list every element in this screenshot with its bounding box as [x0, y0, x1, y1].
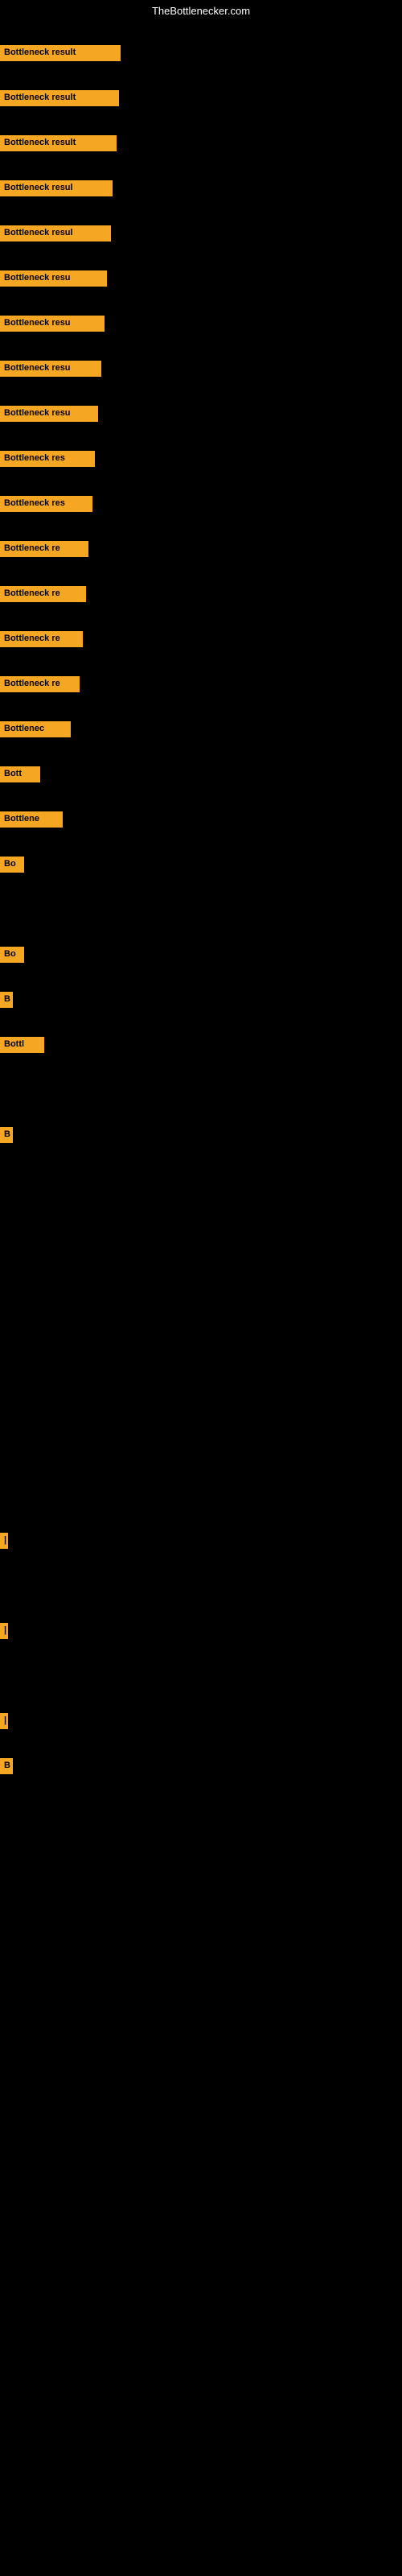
bottleneck-result-badge: |: [0, 1533, 8, 1549]
bottleneck-result-badge: Bo: [0, 947, 24, 963]
site-title: TheBottlenecker.com: [152, 5, 250, 17]
bottleneck-result-badge: B: [0, 992, 13, 1008]
bottleneck-result-badge: Bottl: [0, 1037, 44, 1053]
bottleneck-result-badge: Bottlene: [0, 811, 63, 828]
bottleneck-result-badge: Bottleneck res: [0, 496, 92, 512]
bottleneck-result-badge: Bottleneck resu: [0, 406, 98, 422]
bottleneck-result-badge: Bottleneck re: [0, 586, 86, 602]
bottleneck-result-badge: Bottleneck result: [0, 90, 119, 106]
bottleneck-result-badge: Bottleneck res: [0, 451, 95, 467]
bottleneck-result-badge: B: [0, 1758, 13, 1774]
bottleneck-result-badge: Bottleneck re: [0, 676, 80, 692]
bottleneck-result-badge: Bottleneck resul: [0, 180, 113, 196]
bottleneck-result-badge: Bottleneck re: [0, 541, 88, 557]
bottleneck-result-badge: |: [0, 1713, 8, 1729]
bottleneck-result-badge: |: [0, 1623, 8, 1639]
bottleneck-result-badge: B: [0, 1127, 13, 1143]
bottleneck-result-badge: Bottleneck resu: [0, 270, 107, 287]
bottleneck-result-badge: Bott: [0, 766, 40, 782]
bottleneck-result-badge: Bottleneck re: [0, 631, 83, 647]
bottleneck-result-badge: Bottleneck result: [0, 45, 121, 61]
bottleneck-result-badge: Bottleneck resul: [0, 225, 111, 242]
bottleneck-result-badge: Bo: [0, 857, 24, 873]
bottleneck-result-badge: Bottlenec: [0, 721, 71, 737]
bottleneck-result-badge: Bottleneck resu: [0, 316, 105, 332]
bottleneck-result-badge: Bottleneck result: [0, 135, 117, 151]
bottleneck-result-badge: Bottleneck resu: [0, 361, 101, 377]
